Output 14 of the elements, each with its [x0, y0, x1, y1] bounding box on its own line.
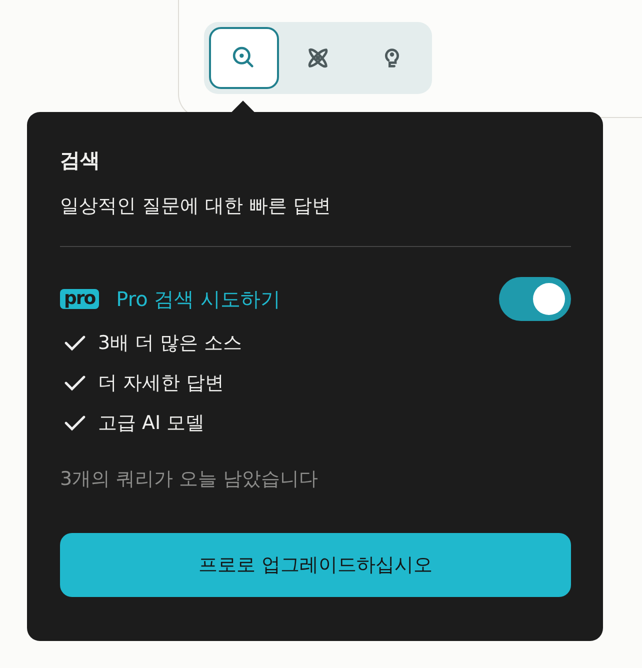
pro-search-label: Pro 검색 시도하기 — [116, 286, 281, 312]
upgrade-button[interactable]: 프로로 업그레이드하십시오 — [60, 533, 571, 597]
check-icon — [64, 374, 86, 392]
feature-text: 고급 AI 모델 — [98, 411, 205, 436]
check-icon — [64, 334, 86, 352]
feature-text: 더 자세한 답변 — [98, 371, 224, 396]
mode-button[interactable] — [209, 27, 279, 89]
pro-toggle-switch[interactable] — [499, 277, 571, 321]
pro-badge: pro — [60, 289, 100, 309]
popover-description: 일상적인 질문에 대한 빠른 답변 — [60, 194, 332, 219]
feature-text: 3배 더 많은 소스 — [98, 331, 242, 356]
check-icon — [64, 414, 86, 432]
popover-title: 검색 — [60, 147, 101, 174]
remaining-queries-text: 3개의 쿼리가 오늘 남았습니다 — [60, 467, 320, 492]
